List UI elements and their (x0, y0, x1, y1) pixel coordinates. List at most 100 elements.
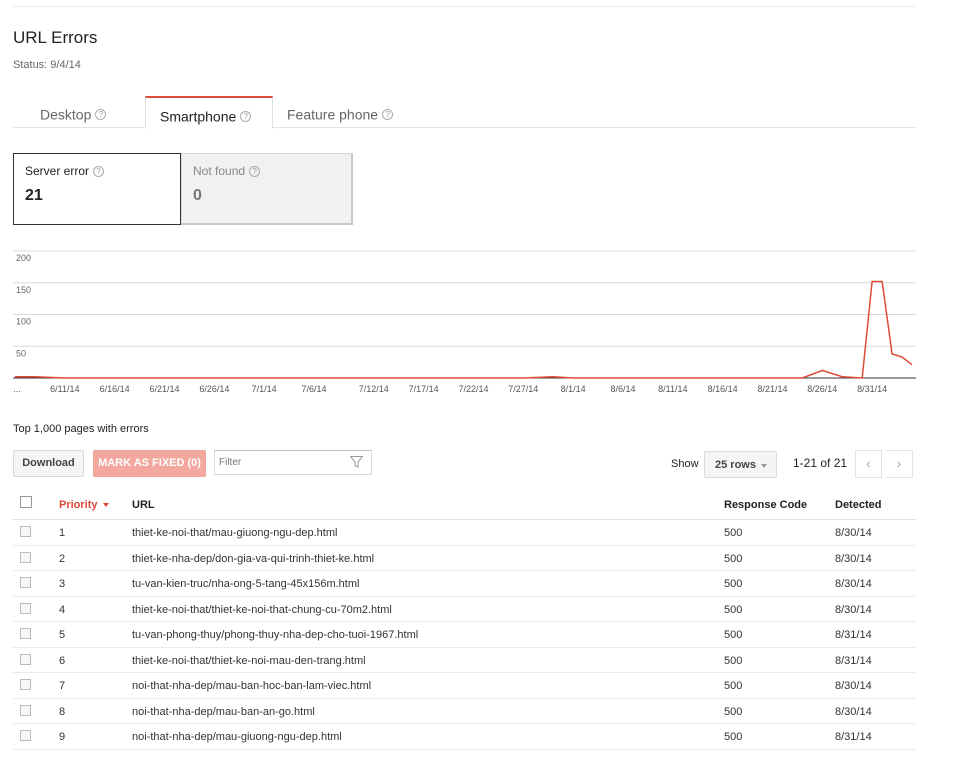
column-header-response-code[interactable]: Response Code (724, 499, 807, 511)
row-url[interactable]: noi-that-nha-dep/mau-ban-an-go.html (132, 706, 315, 718)
y-tick-label: 200 (16, 253, 31, 263)
table-row[interactable]: 9 noi-that-nha-dep/mau-giuong-ngu-dep.htm… (13, 724, 916, 750)
tab-smartphone[interactable]: Smartphone? (145, 96, 273, 129)
row-url[interactable]: thiet-ke-noi-that/mau-giuong-ngu-dep.htm… (132, 527, 337, 539)
rows-per-page-select[interactable]: 25 rows (704, 451, 777, 478)
row-detected-date: 8/31/14 (835, 654, 872, 667)
table-row[interactable]: 5 tu-van-phong-thuy/phong-thuy-nha-dep-ch… (13, 622, 916, 648)
row-url[interactable]: noi-that-nha-dep/mau-giuong-ngu-dep.html (132, 731, 342, 743)
chevron-left-icon: ‹ (866, 455, 871, 471)
tab-feature-phone[interactable]: Feature phone? (287, 96, 394, 128)
table-row[interactable]: 6 thiet-ke-noi-that/thiet-ke-noi-mau-den-… (13, 648, 916, 673)
row-priority: 2 (59, 552, 66, 565)
help-icon[interactable]: ? (382, 108, 394, 120)
row-url[interactable]: thiet-ke-noi-that/thiet-ke-noi-mau-den-t… (132, 655, 366, 667)
row-priority: 6 (59, 654, 66, 667)
table-row[interactable]: 7 noi-that-nha-dep/mau-ban-hoc-ban-lam-vi… (13, 673, 916, 699)
row-url[interactable]: thiet-ke-nha-dep/don-gia-va-qui-trinh-th… (132, 553, 374, 565)
row-detected-date: 8/31/14 (835, 629, 872, 641)
table-row[interactable]: 4 thiet-ke-noi-that/thiet-ke-noi-that-chu… (13, 597, 916, 622)
row-priority: 9 (59, 731, 66, 743)
column-header-detected[interactable]: Detected (835, 499, 881, 511)
row-checkbox[interactable] (20, 730, 31, 741)
row-priority: 3 (59, 578, 66, 590)
x-tick-label: 8/26/14 (807, 384, 837, 394)
row-detected-date: 8/30/14 (835, 527, 872, 539)
row-checkbox[interactable] (20, 628, 31, 639)
column-header-url[interactable]: URL (132, 499, 155, 511)
row-response-code: 500 (724, 731, 743, 743)
tab-smartphone-label: Smartphone (160, 108, 237, 125)
not-found-box[interactable]: Not found? 0 (181, 153, 353, 225)
x-tick-label: 6/16/14 (100, 384, 130, 394)
x-tick-label: 6/21/14 (149, 384, 179, 394)
row-priority: 1 (59, 527, 66, 539)
row-priority: 5 (59, 629, 66, 641)
row-detected-date: 8/31/14 (835, 731, 872, 743)
tab-desktop[interactable]: Desktop? (40, 96, 107, 128)
row-checkbox[interactable] (20, 551, 31, 563)
row-checkbox[interactable] (20, 653, 31, 665)
x-tick-label: 6/11/14 (50, 384, 79, 394)
next-page-button[interactable]: › (886, 450, 913, 478)
x-tick-label: 7/17/14 (409, 384, 439, 394)
table-header-row: Priority URL Response Code Detected (13, 491, 916, 520)
row-url[interactable]: tu-van-phong-thuy/phong-thuy-nha-dep-cho… (132, 629, 418, 641)
table-row[interactable]: 8 noi-that-nha-dep/mau-ban-an-go.html 500 8… (13, 699, 916, 724)
x-tick-label: 7/22/14 (458, 384, 488, 394)
filter-funnel-icon[interactable] (350, 456, 363, 468)
row-checkbox[interactable] (20, 577, 31, 588)
help-icon[interactable]: ? (240, 110, 252, 122)
x-tick-label: 8/16/14 (708, 384, 738, 394)
table-row[interactable]: 2 thiet-ke-nha-dep/don-gia-va-qui-trinh-t… (13, 546, 916, 571)
x-tick-label: 6/26/14 (199, 384, 229, 394)
x-tick-label: 7/1/14 (252, 384, 277, 394)
row-response-code: 500 (724, 705, 743, 718)
row-detected-date: 8/30/14 (835, 552, 872, 565)
x-tick-label: 8/31/14 (857, 384, 887, 394)
x-tick-label: 7/27/14 (508, 384, 538, 394)
server-error-box[interactable]: Server error? 21 (13, 153, 181, 225)
row-url[interactable]: noi-that-nha-dep/mau-ban-hoc-ban-lam-vie… (132, 680, 371, 692)
filter-input[interactable] (219, 455, 347, 470)
x-tick-label: 7/12/14 (359, 384, 389, 394)
x-tick-label: 7/6/14 (301, 384, 326, 394)
row-priority: 8 (59, 705, 66, 718)
top-divider (13, 6, 916, 7)
help-icon[interactable]: ? (249, 166, 261, 178)
help-icon[interactable]: ? (93, 166, 105, 178)
row-detected-date: 8/30/14 (835, 680, 872, 692)
server-error-count: 21 (25, 187, 43, 204)
help-icon[interactable]: ? (95, 108, 107, 120)
table-row[interactable]: 1 thiet-ke-noi-that/mau-giuong-ngu-dep.ht… (13, 520, 916, 546)
select-all-checkbox[interactable] (20, 496, 32, 508)
row-response-code: 500 (724, 680, 743, 692)
not-found-count: 0 (193, 187, 202, 204)
x-tick-label: 8/1/14 (561, 384, 586, 394)
rows-per-page-value: 25 rows (715, 459, 756, 471)
column-header-priority[interactable]: Priority (59, 499, 109, 511)
row-checkbox[interactable] (20, 526, 31, 537)
chevron-down-icon (761, 464, 767, 468)
row-checkbox[interactable] (20, 704, 31, 716)
row-url[interactable]: tu-van-kien-truc/nha-ong-5-tang-45x156m.… (132, 578, 359, 590)
show-label: Show (671, 458, 699, 470)
row-checkbox[interactable] (20, 602, 31, 614)
table-row[interactable]: 3 tu-van-kien-truc/nha-ong-5-tang-45x156m… (13, 571, 916, 597)
download-button[interactable]: Download (13, 450, 84, 477)
row-detected-date: 8/30/14 (835, 603, 872, 616)
row-detected-date: 8/30/14 (835, 705, 872, 718)
filter-field[interactable] (214, 450, 372, 475)
x-tick-label: 8/21/14 (757, 384, 787, 394)
series-line-server-errors (15, 280, 913, 379)
row-checkbox[interactable] (20, 679, 31, 690)
mark-as-fixed-button[interactable]: MARK AS FIXED (0) (93, 450, 206, 477)
row-response-code: 500 (724, 654, 743, 667)
prev-page-button[interactable]: ‹ (855, 450, 882, 478)
row-url[interactable]: thiet-ke-noi-that/thiet-ke-noi-that-chun… (132, 604, 392, 616)
y-tick-label: 150 (16, 285, 31, 295)
not-found-label: Not found (193, 164, 246, 178)
errors-table: Priority URL Response Code Detected 1 thi… (13, 491, 916, 750)
x-tick-label: 8/6/14 (610, 384, 635, 394)
errors-chart: 50 100 150 200... 6/11/14 6/16/14 6/21/14 6/26/… (13, 250, 916, 394)
